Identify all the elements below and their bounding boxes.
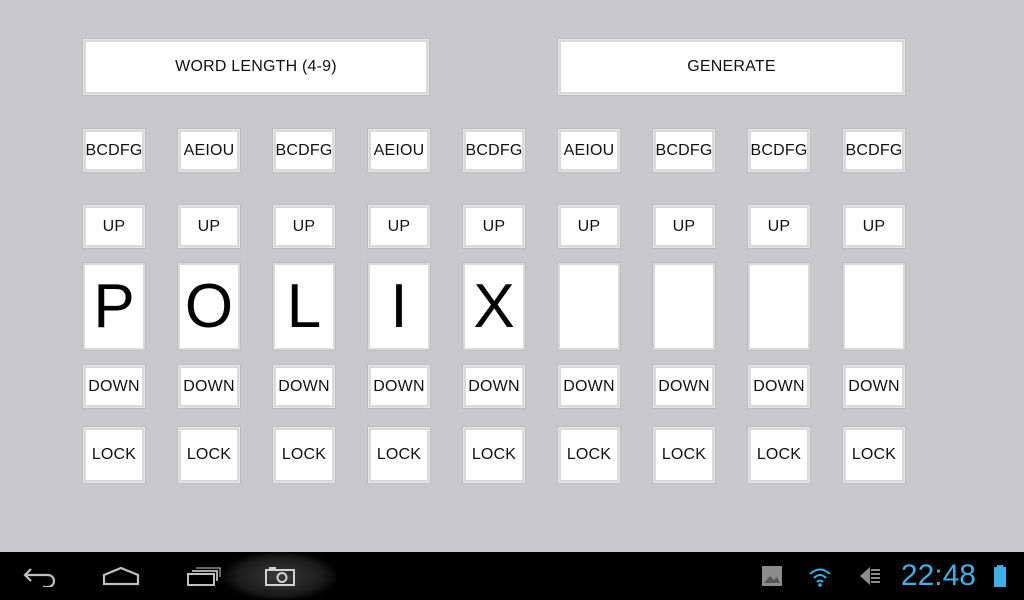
down-button-1[interactable]: DOWN <box>83 365 145 408</box>
category-button-4[interactable]: AEIOU <box>368 129 430 172</box>
lock-button-6[interactable]: LOCK <box>558 427 620 483</box>
category-button-9[interactable]: BCDFG <box>843 129 905 172</box>
letter-tile-3: L <box>273 263 335 350</box>
letter-tile-7 <box>653 263 715 350</box>
category-button-2[interactable]: AEIOU <box>178 129 240 172</box>
lock-button-1[interactable]: LOCK <box>83 427 145 483</box>
generate-button[interactable]: GENERATE <box>558 39 905 95</box>
up-button-3[interactable]: UP <box>273 205 335 248</box>
data-transfer-icon <box>856 552 884 600</box>
down-button-8[interactable]: DOWN <box>748 365 810 408</box>
letter-tile-5: X <box>463 263 525 350</box>
word-length-button[interactable]: WORD LENGTH (4-9) <box>83 39 429 95</box>
down-button-3[interactable]: DOWN <box>273 365 335 408</box>
category-button-1[interactable]: BCDFG <box>83 129 145 172</box>
status-clock: 22:48 <box>900 559 976 592</box>
category-button-3[interactable]: BCDFG <box>273 129 335 172</box>
letter-tile-2: O <box>178 263 240 350</box>
up-button-2[interactable]: UP <box>178 205 240 248</box>
home-icon[interactable] <box>96 552 146 600</box>
down-button-6[interactable]: DOWN <box>558 365 620 408</box>
gallery-notification-icon[interactable] <box>758 552 786 600</box>
category-button-6[interactable]: AEIOU <box>558 129 620 172</box>
up-button-1[interactable]: UP <box>83 205 145 248</box>
lock-button-3[interactable]: LOCK <box>273 427 335 483</box>
letter-tile-1: P <box>83 263 145 350</box>
lock-button-5[interactable]: LOCK <box>463 427 525 483</box>
up-button-5[interactable]: UP <box>463 205 525 248</box>
wifi-icon <box>806 552 834 600</box>
battery-icon <box>990 552 1010 600</box>
lock-button-9[interactable]: LOCK <box>843 427 905 483</box>
screenshot-camera-icon[interactable] <box>260 552 300 600</box>
up-button-4[interactable]: UP <box>368 205 430 248</box>
letter-tile-4: I <box>368 263 430 350</box>
down-button-5[interactable]: DOWN <box>463 365 525 408</box>
letter-tile-9 <box>843 263 905 350</box>
down-button-4[interactable]: DOWN <box>368 365 430 408</box>
category-button-7[interactable]: BCDFG <box>653 129 715 172</box>
recent-apps-icon[interactable] <box>178 552 226 600</box>
down-button-7[interactable]: DOWN <box>653 365 715 408</box>
app-screen: WORD LENGTH (4-9) GENERATE BCDFG UP P DOWN L… <box>0 0 1024 552</box>
lock-button-7[interactable]: LOCK <box>653 427 715 483</box>
up-button-8[interactable]: UP <box>748 205 810 248</box>
letter-tile-6 <box>558 263 620 350</box>
category-button-5[interactable]: BCDFG <box>463 129 525 172</box>
lock-button-2[interactable]: LOCK <box>178 427 240 483</box>
back-icon[interactable] <box>14 552 66 600</box>
down-button-2[interactable]: DOWN <box>178 365 240 408</box>
up-button-9[interactable]: UP <box>843 205 905 248</box>
down-button-9[interactable]: DOWN <box>843 365 905 408</box>
system-navigation-bar <box>0 552 1024 600</box>
lock-button-8[interactable]: LOCK <box>748 427 810 483</box>
up-button-6[interactable]: UP <box>558 205 620 248</box>
category-button-8[interactable]: BCDFG <box>748 129 810 172</box>
lock-button-4[interactable]: LOCK <box>368 427 430 483</box>
up-button-7[interactable]: UP <box>653 205 715 248</box>
letter-tile-8 <box>748 263 810 350</box>
